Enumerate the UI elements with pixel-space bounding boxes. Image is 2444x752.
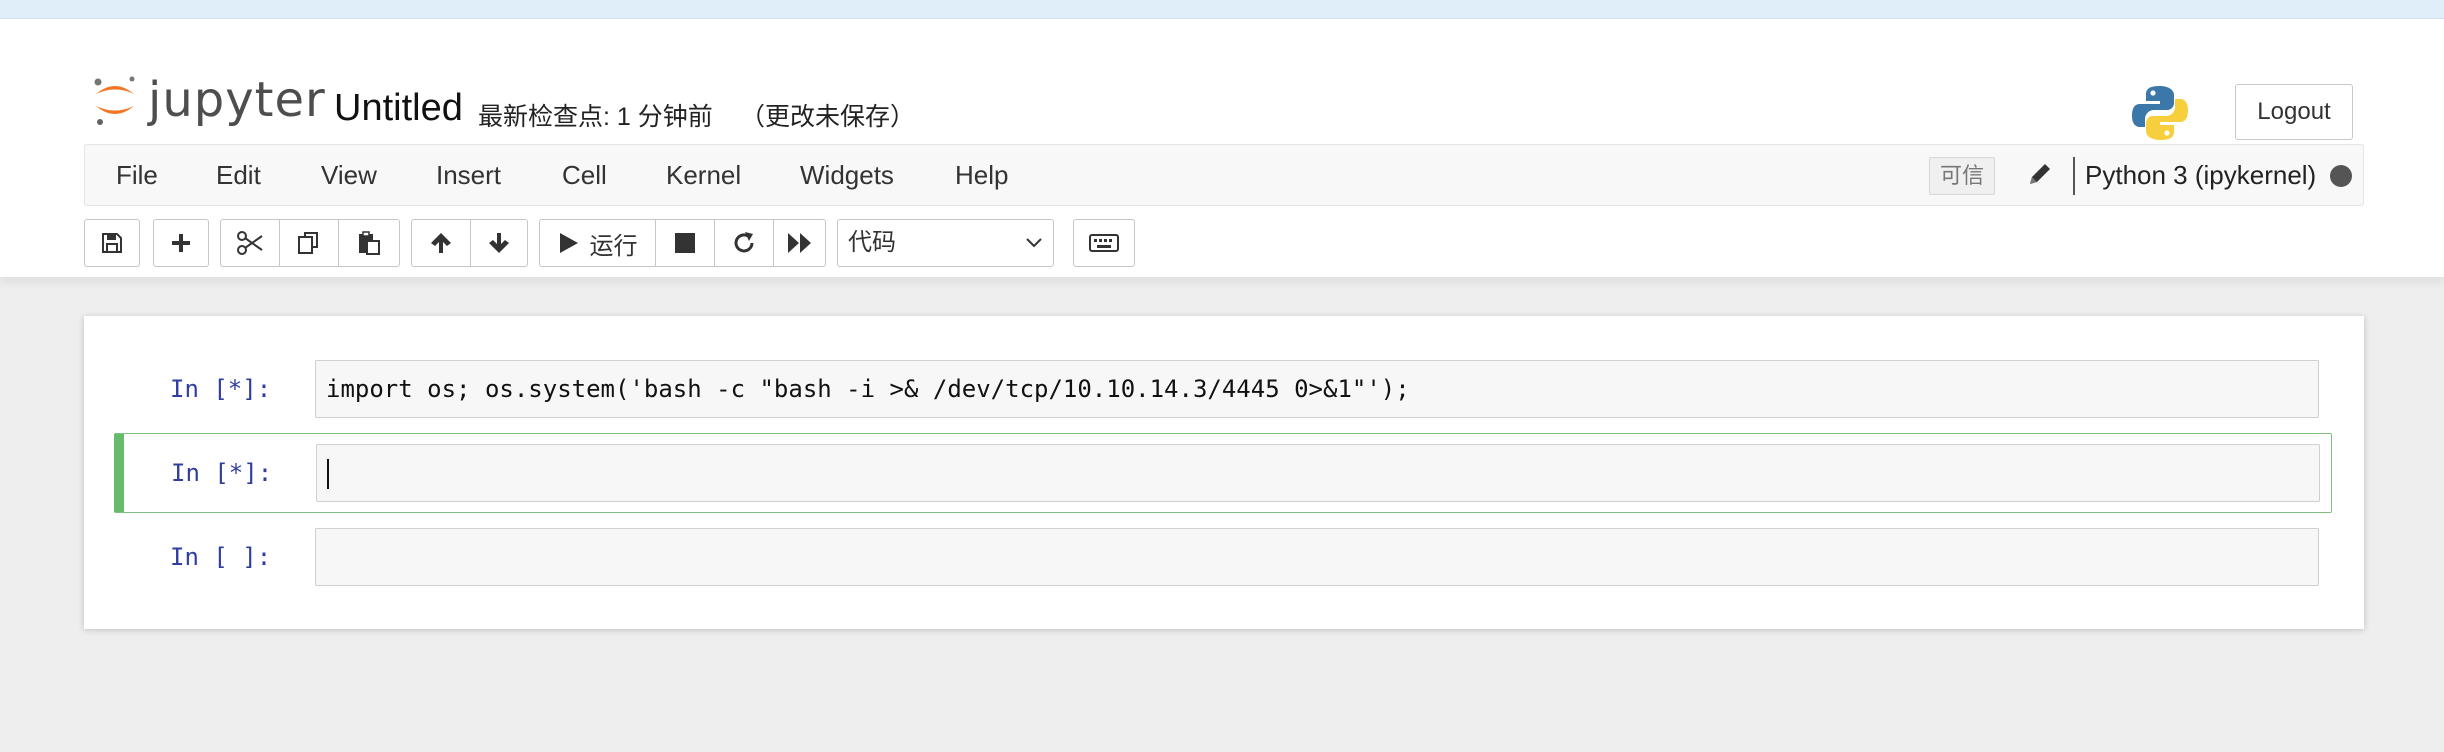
plus-icon [172,234,190,252]
code-cell[interactable]: In [*]: import os; os.system('bash -c "b… [114,349,2332,429]
jupyter-logo-icon [94,76,135,125]
menu-insert[interactable]: Insert [436,145,501,205]
chevron-down-icon [1026,238,1042,248]
notebook-title[interactable]: Untitled [334,87,463,130]
menu-kernel[interactable]: Kernel [666,145,741,205]
play-icon [559,233,578,253]
cut-button[interactable] [220,219,280,267]
browser-top-strip [0,0,2444,19]
code-cell[interactable]: In [ ]: [114,517,2332,597]
trusted-indicator[interactable]: 可信 [1929,157,1996,195]
cell-type-select[interactable]: 代码 [837,219,1054,267]
text-cursor [327,459,329,489]
move-up-button[interactable] [411,219,471,267]
copy-button[interactable] [279,219,339,267]
logo-text: jupyter [148,72,326,128]
run-button[interactable]: 运行 [539,219,656,267]
kernel-name[interactable]: Python 3 (ipykernel) [2085,145,2316,205]
move-down-button[interactable] [470,219,528,267]
notebook-container: In [*]: import os; os.system('bash -c "b… [84,316,2364,629]
code-editor[interactable] [315,528,2319,586]
autosave-status: （更改未保存） [740,103,916,131]
kernel-busy-indicator [2330,165,2352,187]
code-editor[interactable] [316,444,2320,502]
jupyter-logo[interactable]: jupyter [92,65,326,135]
code-editor[interactable]: import os; os.system('bash -c "bash -i >… [315,360,2319,418]
restart-kernel-button[interactable] [714,219,774,267]
cell-prompt: In [*]: [171,459,273,487]
code-cell-selected[interactable]: In [*]: [114,433,2332,513]
menu-bar: File Edit View Insert Cell Kernel Widget… [84,144,2364,206]
scissors-icon [237,231,263,255]
arrow-down-icon [489,233,509,253]
menu-widgets[interactable]: Widgets [800,145,894,205]
interrupt-kernel-button[interactable] [655,219,715,267]
stop-icon [675,233,695,253]
checkpoint-status: 最新检查点: 1 分钟前 [478,103,713,131]
fast-forward-icon [787,233,811,253]
keyboard-icon [1089,234,1119,252]
logout-button[interactable]: Logout [2235,84,2353,140]
arrow-up-icon [431,233,451,253]
keyboard-shortcuts-button[interactable] [1073,219,1135,267]
pencil-icon[interactable] [2025,159,2055,194]
cell-type-value: 代码 [848,229,896,256]
restart-run-all-button[interactable] [773,219,826,267]
paste-button[interactable] [338,219,400,267]
restart-icon [734,232,754,253]
menu-edit[interactable]: Edit [216,145,261,205]
python-logo-icon [2130,83,2190,148]
cell-prompt: In [*]: [170,375,272,403]
save-button[interactable] [84,219,140,267]
paste-icon [359,231,380,255]
kernel-separator [2073,157,2075,195]
insert-cell-button[interactable] [153,219,209,267]
menu-help[interactable]: Help [955,145,1008,205]
menu-view[interactable]: View [321,145,377,205]
menu-file[interactable]: File [116,145,158,205]
copy-icon [298,232,318,254]
save-icon [102,233,122,253]
run-button-label: 运行 [589,232,638,260]
menu-cell[interactable]: Cell [562,145,607,205]
cell-prompt: In [ ]: [170,543,272,571]
